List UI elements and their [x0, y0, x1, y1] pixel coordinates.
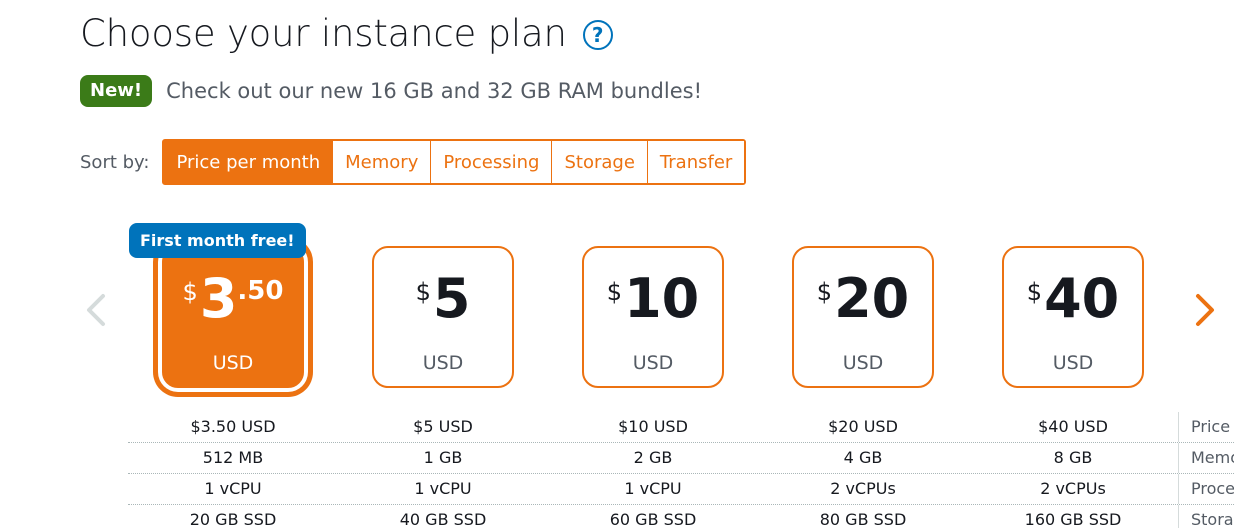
spec-row-label: Price [1178, 412, 1234, 442]
spec-cell: $20 USD [828, 417, 898, 436]
currency-unit: USD [1052, 352, 1094, 374]
plan-price: $ 10 [584, 272, 722, 326]
spec-cell: 512 MB [202, 448, 264, 467]
plan-spec-table: $3.50 USD $5 USD $10 USD $20 USD $40 USD… [128, 412, 1234, 528]
spec-cell: 1 vCPU [204, 479, 262, 498]
plan-price: $ 3 .50 [164, 272, 302, 326]
currency-symbol: $ [415, 278, 431, 306]
sort-memory-button[interactable]: Memory [332, 141, 431, 183]
price-amount: 10 [624, 267, 700, 330]
chevron-right-icon[interactable] [1192, 290, 1218, 330]
currency-unit: USD [842, 352, 884, 374]
question-circle-icon[interactable]: ? [582, 19, 613, 50]
spec-row-price: $3.50 USD $5 USD $10 USD $20 USD $40 USD… [128, 412, 1234, 443]
spec-cell: 2 vCPUs [1040, 479, 1106, 498]
spec-cell: 2 vCPUs [830, 479, 896, 498]
currency-symbol: $ [816, 278, 833, 306]
sort-price-button[interactable]: Price per month [164, 141, 333, 183]
sort-storage-button[interactable]: Storage [551, 141, 647, 183]
spec-cell: $5 USD [413, 417, 473, 436]
first-month-free-badge: First month free! [129, 223, 306, 258]
spec-cell: 160 GB SSD [1024, 510, 1122, 528]
currency-symbol: $ [1026, 278, 1043, 306]
sort-processing-button[interactable]: Processing [430, 141, 552, 183]
spec-cell: 4 GB [843, 448, 883, 467]
title-row: Choose your instance plan ? [80, 12, 613, 55]
sort-transfer-button[interactable]: Transfer [646, 141, 745, 183]
plan-card-40[interactable]: $ 40 USD [1002, 246, 1144, 388]
currency-unit: USD [422, 352, 464, 374]
new-badge: New! [80, 75, 153, 107]
plan-card-10[interactable]: $ 10 USD [582, 246, 724, 388]
spec-row-memory: 512 MB 1 GB 2 GB 4 GB 8 GB Memo [128, 443, 1234, 474]
sort-segmented-control: Price per month Memory Processing Storag… [162, 139, 747, 185]
announcement-text: Check out our new 16 GB and 32 GB RAM bu… [166, 79, 702, 103]
plan-price: $ 5 [374, 272, 512, 326]
plan-price: $ 40 [1004, 272, 1142, 326]
page-title: Choose your instance plan [80, 12, 567, 55]
chevron-left-icon[interactable] [83, 290, 109, 330]
spec-cell: $3.50 USD [190, 417, 276, 436]
currency-symbol: $ [606, 278, 623, 306]
spec-cell: 80 GB SSD [819, 510, 907, 528]
price-amount: 40 [1044, 267, 1120, 330]
spec-cell: 2 GB [633, 448, 673, 467]
currency-symbol: $ [182, 278, 198, 306]
price-cents: .50 [237, 276, 284, 306]
spec-cell: 1 GB [423, 448, 463, 467]
spec-row-processing: 1 vCPU 1 vCPU 1 vCPU 2 vCPUs 2 vCPUs Pro… [128, 474, 1234, 505]
plan-price: $ 20 [794, 272, 932, 326]
spec-row-label: Stora [1178, 505, 1234, 528]
spec-cell: $40 USD [1038, 417, 1108, 436]
spec-cell: 1 vCPU [624, 479, 682, 498]
sort-label: Sort by: [80, 151, 150, 173]
spec-row-label: Memo [1178, 443, 1234, 473]
spec-cell: 1 vCPU [414, 479, 472, 498]
plan-card-5[interactable]: $ 5 USD [372, 246, 514, 388]
announcement: New! Check out our new 16 GB and 32 GB R… [80, 75, 702, 107]
spec-cell: 60 GB SSD [609, 510, 697, 528]
spec-cell: 20 GB SSD [189, 510, 277, 528]
spec-row-storage: 20 GB SSD 40 GB SSD 60 GB SSD 80 GB SSD … [128, 505, 1234, 528]
currency-unit: USD [212, 352, 254, 374]
spec-row-label: Proce [1178, 474, 1234, 504]
price-amount: 5 [432, 267, 471, 330]
price-amount: 20 [834, 267, 910, 330]
plan-card-20[interactable]: $ 20 USD [792, 246, 934, 388]
instance-plan-panel: Choose your instance plan ? New! Check o… [0, 0, 1234, 528]
spec-cell: $10 USD [618, 417, 688, 436]
currency-unit: USD [632, 352, 674, 374]
plan-card-3-50[interactable]: $ 3 .50 USD [162, 246, 304, 388]
price-amount: 3 [199, 267, 238, 330]
spec-cell: 8 GB [1053, 448, 1093, 467]
spec-cell: 40 GB SSD [399, 510, 487, 528]
sort-row: Sort by: Price per month Memory Processi… [80, 139, 747, 185]
